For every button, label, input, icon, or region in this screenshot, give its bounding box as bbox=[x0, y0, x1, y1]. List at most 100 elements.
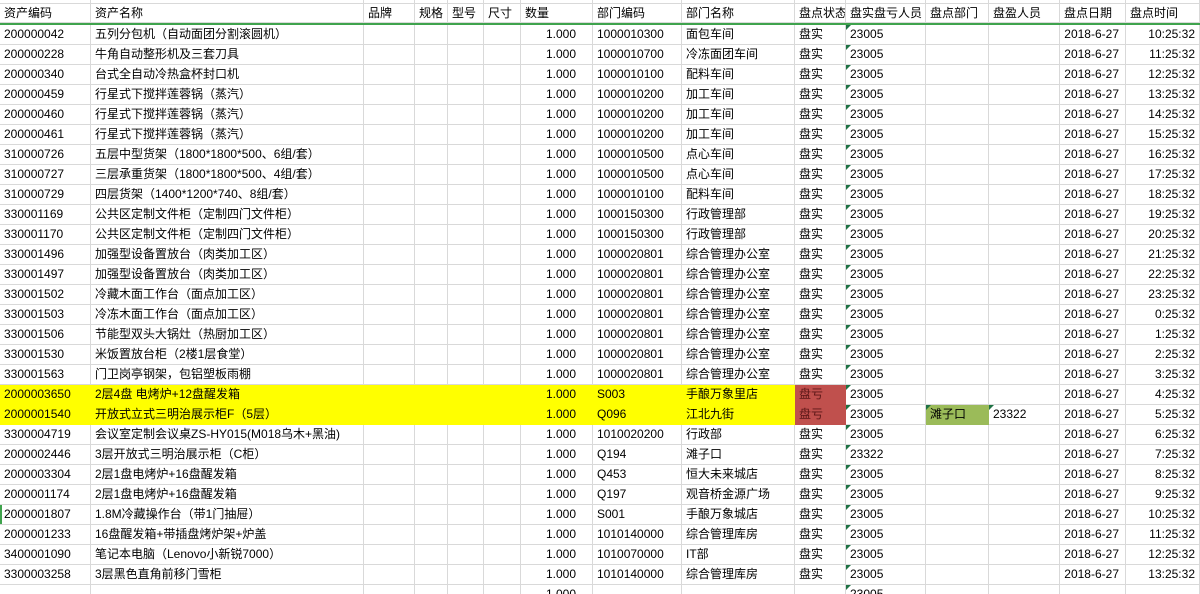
cell-spec[interactable] bbox=[415, 45, 448, 65]
cell-size[interactable] bbox=[484, 305, 521, 325]
cell-surplus[interactable] bbox=[989, 165, 1060, 185]
cell-size[interactable] bbox=[484, 25, 521, 45]
cell-code[interactable]: 2000001233 bbox=[0, 525, 91, 545]
cell-time[interactable]: 11:25:32 bbox=[1126, 45, 1200, 65]
cell-status[interactable]: 盘实 bbox=[795, 25, 846, 45]
col-header-person[interactable]: 盘实盘亏人员 bbox=[846, 4, 926, 23]
cell-surplus[interactable] bbox=[989, 105, 1060, 125]
cell-surplus[interactable] bbox=[989, 225, 1060, 245]
cell-status[interactable]: 盘实 bbox=[795, 525, 846, 545]
cell-qty[interactable]: 1.000 bbox=[521, 265, 593, 285]
cell-name[interactable]: 行星式下搅拌莲蓉锅（蒸汽） bbox=[91, 125, 364, 145]
cell-check_dept[interactable] bbox=[926, 305, 989, 325]
cell-person[interactable]: 23005 bbox=[846, 585, 926, 594]
cell-date[interactable]: 2018-6-27 bbox=[1060, 65, 1126, 85]
cell-status[interactable]: 盘亏 bbox=[795, 405, 846, 425]
cell-brand[interactable] bbox=[364, 545, 415, 565]
cell-status[interactable] bbox=[795, 585, 846, 594]
cell-status[interactable]: 盘实 bbox=[795, 205, 846, 225]
cell-model[interactable] bbox=[448, 545, 484, 565]
cell-person[interactable]: 23005 bbox=[846, 325, 926, 345]
cell-dept_name[interactable]: IT部 bbox=[682, 545, 795, 565]
cell-name[interactable]: 公共区定制文件柜（定制四门文件柜） bbox=[91, 225, 364, 245]
cell-check_dept[interactable] bbox=[926, 505, 989, 525]
cell-date[interactable]: 2018-6-27 bbox=[1060, 485, 1126, 505]
cell-date[interactable]: 2018-6-27 bbox=[1060, 105, 1126, 125]
cell-time[interactable]: 18:25:32 bbox=[1126, 185, 1200, 205]
cell-time[interactable]: 12:25:32 bbox=[1126, 65, 1200, 85]
cell-brand[interactable] bbox=[364, 245, 415, 265]
cell-dept_code[interactable]: 1000010200 bbox=[593, 85, 682, 105]
cell-date[interactable]: 2018-6-27 bbox=[1060, 245, 1126, 265]
cell-person[interactable]: 23005 bbox=[846, 385, 926, 405]
cell-brand[interactable] bbox=[364, 185, 415, 205]
cell-status[interactable]: 盘实 bbox=[795, 225, 846, 245]
cell-status[interactable]: 盘实 bbox=[795, 505, 846, 525]
cell-brand[interactable] bbox=[364, 385, 415, 405]
cell-dept_name[interactable]: 点心车间 bbox=[682, 145, 795, 165]
cell-model[interactable] bbox=[448, 145, 484, 165]
cell-code[interactable]: 330001502 bbox=[0, 285, 91, 305]
cell-time[interactable]: 0:25:32 bbox=[1126, 305, 1200, 325]
cell-date[interactable]: 2018-6-27 bbox=[1060, 205, 1126, 225]
cell-time[interactable]: 19:25:32 bbox=[1126, 205, 1200, 225]
cell-dept_name[interactable]: 冷冻面团车间 bbox=[682, 45, 795, 65]
cell-model[interactable] bbox=[448, 565, 484, 585]
cell-time[interactable]: 20:25:32 bbox=[1126, 225, 1200, 245]
cell-size[interactable] bbox=[484, 205, 521, 225]
cell-code[interactable]: 2000001540 bbox=[0, 405, 91, 425]
cell-check_dept[interactable] bbox=[926, 145, 989, 165]
cell-date[interactable]: 2018-6-27 bbox=[1060, 325, 1126, 345]
cell-model[interactable] bbox=[448, 345, 484, 365]
cell-status[interactable]: 盘实 bbox=[795, 105, 846, 125]
cell-code[interactable]: 3300004719 bbox=[0, 425, 91, 445]
cell-dept_name[interactable]: 加工车间 bbox=[682, 125, 795, 145]
cell-dept_name[interactable]: 行政管理部 bbox=[682, 205, 795, 225]
cell-dept_code[interactable]: Q194 bbox=[593, 445, 682, 465]
cell-time[interactable]: 6:25:32 bbox=[1126, 425, 1200, 445]
cell-size[interactable] bbox=[484, 585, 521, 594]
cell-size[interactable] bbox=[484, 265, 521, 285]
cell-brand[interactable] bbox=[364, 85, 415, 105]
cell-size[interactable] bbox=[484, 85, 521, 105]
cell-qty[interactable]: 1.000 bbox=[521, 185, 593, 205]
cell-qty[interactable]: 1.000 bbox=[521, 305, 593, 325]
cell-size[interactable] bbox=[484, 225, 521, 245]
cell-dept_name[interactable]: 综合管理办公室 bbox=[682, 265, 795, 285]
col-header-dept_code[interactable]: 部门编码 bbox=[593, 4, 682, 23]
cell-brand[interactable] bbox=[364, 285, 415, 305]
cell-dept_name[interactable]: 面包车间 bbox=[682, 25, 795, 45]
cell-dept_code[interactable]: 1000020801 bbox=[593, 245, 682, 265]
cell-name[interactable]: 1.8M冷藏操作台（带1门抽屉） bbox=[91, 505, 364, 525]
cell-surplus[interactable] bbox=[989, 245, 1060, 265]
cell-person[interactable]: 23005 bbox=[846, 465, 926, 485]
cell-dept_name[interactable]: 观音桥金源广场 bbox=[682, 485, 795, 505]
cell-code[interactable]: 2000001807 bbox=[0, 505, 91, 525]
cell-time[interactable]: 1:25:32 bbox=[1126, 325, 1200, 345]
cell-check_dept[interactable] bbox=[926, 105, 989, 125]
cell-date[interactable]: 2018-6-27 bbox=[1060, 125, 1126, 145]
cell-dept_name[interactable]: 行政管理部 bbox=[682, 225, 795, 245]
cell-name[interactable]: 冷冻木面工作台（面点加工区） bbox=[91, 305, 364, 325]
cell-model[interactable] bbox=[448, 105, 484, 125]
cell-check_dept[interactable]: 滩子口 bbox=[926, 405, 989, 425]
cell-person[interactable]: 23005 bbox=[846, 565, 926, 585]
cell-spec[interactable] bbox=[415, 545, 448, 565]
cell-name[interactable]: 冷藏木面工作台（面点加工区） bbox=[91, 285, 364, 305]
cell-surplus[interactable] bbox=[989, 385, 1060, 405]
cell-code[interactable]: 310000729 bbox=[0, 185, 91, 205]
cell-code[interactable]: 330001530 bbox=[0, 345, 91, 365]
cell-date[interactable]: 2018-6-27 bbox=[1060, 505, 1126, 525]
cell-dept_code[interactable] bbox=[593, 585, 682, 594]
cell-time[interactable]: 17:25:32 bbox=[1126, 165, 1200, 185]
cell-surplus[interactable] bbox=[989, 445, 1060, 465]
cell-person[interactable]: 23005 bbox=[846, 105, 926, 125]
cell-dept_code[interactable]: 1000020801 bbox=[593, 325, 682, 345]
cell-code[interactable]: 2000001174 bbox=[0, 485, 91, 505]
cell-qty[interactable]: 1.000 bbox=[521, 385, 593, 405]
cell-qty[interactable]: 1.000 bbox=[521, 325, 593, 345]
cell-qty[interactable]: 1.000 bbox=[521, 565, 593, 585]
cell-size[interactable] bbox=[484, 545, 521, 565]
cell-person[interactable]: 23005 bbox=[846, 25, 926, 45]
cell-surplus[interactable] bbox=[989, 85, 1060, 105]
